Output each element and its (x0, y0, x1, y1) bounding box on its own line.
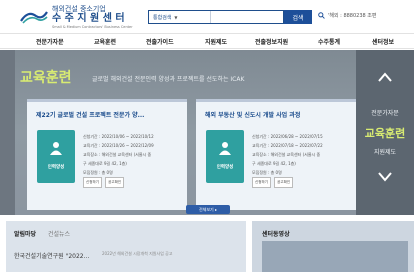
course-title[interactable]: 제22기 글로벌 건설 프로젝트 전문가 양... (36, 110, 144, 119)
news-subline[interactable]: 2022년 해외건설 시장개척 지원사업 공고 (102, 251, 172, 257)
notice-link[interactable]: 공고확인 (105, 177, 125, 188)
news-headline[interactable]: 한국건설기술연구원 "2022... (14, 251, 89, 260)
nav-item-statistics[interactable]: 수주통계 (318, 37, 340, 46)
course-info-list: 신청기간 : 2022/10/06 ~ 2022/10/12 교육기간 : 20… (83, 132, 154, 188)
side-item-education[interactable]: 교육훈련 (356, 125, 414, 141)
search-input[interactable] (211, 11, 283, 23)
course-badge: 인력양성 (206, 130, 244, 183)
course-tags: 신청하기 공고확인 (252, 177, 323, 188)
apply-link[interactable]: 신청하기 (252, 177, 271, 188)
logo-line2: 수 주 지 원 센 터 (52, 13, 125, 24)
course-card[interactable]: 해외 부동산 및 신도시 개발 사업 과정 인력양성 신청기간 : 2022/0… (196, 99, 356, 210)
tab-notice[interactable]: 알림마당 (14, 229, 36, 238)
search-button[interactable]: 검색 (284, 10, 312, 24)
course-apply-period: 신청기간 : 2022/10/06 ~ 2022/10/12 (83, 134, 154, 139)
logo-line1: 해외건설 중소기업 (52, 5, 106, 13)
search-icon[interactable] (318, 12, 325, 19)
course-edu-period: 교육기간 : 2022/10/26 ~ 2022/12/09 (83, 143, 154, 148)
bottom-section: 알림마당 건설뉴스 한국건설기술연구원 "2022... 2022년 해외건설 … (0, 215, 414, 272)
center-video-title: 센터동영상 (262, 231, 290, 238)
view-all-button[interactable]: 전체보기 ▸ (186, 205, 230, 214)
site-header: 해외건설 중소기업 수 주 지 원 센 터 Small & Medium Con… (0, 0, 414, 33)
logo-emblem-icon (20, 11, 48, 24)
badge-label: 인력양성 (216, 165, 234, 170)
course-tags: 신청하기 공고확인 (83, 177, 154, 188)
course-location-detail: 구 세종대로 9길 42, 1층) (83, 161, 127, 166)
search-category-label: 통합검색 (153, 14, 172, 21)
badge-label: 인력양성 (47, 165, 65, 170)
course-card[interactable]: 제22기 글로벌 건설 프로젝트 전문가 양... 인력양성 신청기간 : 20… (27, 99, 187, 210)
course-badge: 인력양성 (37, 130, 75, 183)
course-info-list: 신청기간 : 2022/06/28 ~ 2022/07/15 교육기간 : 20… (252, 132, 323, 188)
tel-info: '해외 : 8880238 조편 (318, 12, 377, 19)
course-capacity: 모집정원 : 총 0명 (83, 170, 113, 175)
apply-link[interactable]: 신청하기 (83, 177, 102, 188)
side-item-expert[interactable]: 전문가자문 (356, 108, 414, 117)
chevron-up-icon[interactable] (378, 72, 392, 82)
tel-text: '해외 : 8880238 조편 (328, 13, 377, 19)
course-capacity: 모집정원 : 총 0명 (252, 170, 282, 175)
course-apply-period: 신청기간 : 2022/06/28 ~ 2022/07/15 (252, 134, 323, 139)
center-video-box: 센터동영상 (252, 221, 414, 272)
tab-news[interactable]: 건설뉴스 (48, 229, 70, 238)
course-title[interactable]: 해외 부동산 및 신도시 개발 사업 과정 (205, 110, 300, 119)
nav-item-guide[interactable]: 전출가이드 (146, 37, 174, 46)
hero-side-menu: 전문가자문 교육훈련 지원제도 (356, 50, 414, 215)
side-item-support[interactable]: 지원제도 (356, 147, 414, 156)
chevron-down-icon: ▼ (174, 14, 178, 20)
people-icon (50, 142, 62, 155)
nav-item-support-system[interactable]: 지원제도 (205, 37, 227, 46)
search-category-select[interactable]: 통합검색 ▼ (149, 11, 211, 23)
search-bar: 통합검색 ▼ (148, 10, 284, 24)
nav-item-education[interactable]: 교육훈련 (94, 37, 116, 46)
logo-line3: Small & Medium Contractors' Business Cen… (52, 25, 133, 29)
course-location: 교육장소 : 해외건설 교육센터 (서울시 중 (83, 152, 152, 157)
nav-item-expert[interactable]: 전문가자문 (36, 37, 64, 46)
course-location: 교육장소 : 해외건설 교육센터 (서울시 중 (252, 152, 321, 157)
nav-item-center-info[interactable]: 센터정보 (372, 37, 394, 46)
video-thumbnail[interactable] (262, 241, 408, 272)
hero-banner: 교육훈련 글로벌 해외건설 전문인력 양성과 프로젝트를 선도하는 ICAK 제… (0, 50, 414, 215)
course-location-detail: 구 세종대로 9길 42, 1층) (252, 161, 296, 166)
nav-item-info-support[interactable]: 전출정보지원 (255, 37, 288, 46)
notice-link[interactable]: 공고확인 (274, 177, 294, 188)
site-logo[interactable]: 해외건설 중소기업 수 주 지 원 센 터 Small & Medium Con… (20, 6, 133, 30)
main-nav: 전문가자문 교육훈련 전출가이드 지원제도 전출정보지원 수주통계 센터정보 (0, 33, 414, 49)
people-icon (219, 142, 231, 155)
hero-left-strip (0, 50, 15, 215)
hero-subtitle: 글로벌 해외건설 전문인력 양성과 프로젝트를 선도하는 ICAK (92, 76, 245, 83)
course-edu-period: 교육기간 : 2022/07/18 ~ 2022/07/22 (252, 143, 323, 148)
notice-board: 알림마당 건설뉴스 한국건설기술연구원 "2022... 2022년 해외건설 … (6, 221, 246, 272)
chevron-down-icon[interactable] (378, 172, 392, 182)
hero-title: 교육훈련 (20, 70, 72, 86)
